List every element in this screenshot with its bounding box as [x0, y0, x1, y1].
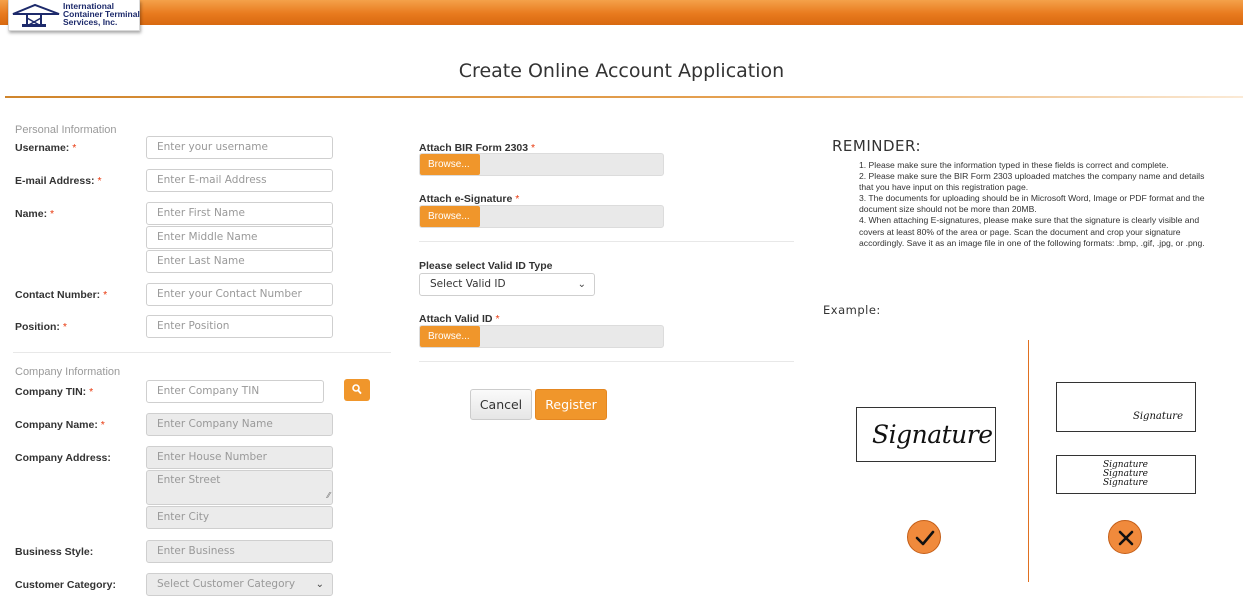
email-input[interactable]: Enter E-mail Address: [146, 169, 333, 192]
tin-search-button[interactable]: [344, 379, 370, 401]
company-tin-label: Company TIN: *: [15, 386, 93, 398]
signature-text: Signature: [1133, 411, 1184, 422]
register-button[interactable]: Register: [535, 389, 607, 420]
required-mark: *: [515, 193, 520, 205]
company-name-label-text: Company Name:: [15, 419, 98, 431]
section-divider: [13, 352, 391, 353]
valid-id-label: Attach Valid ID *: [419, 313, 500, 325]
header-bar: [0, 0, 1243, 25]
last-name-input[interactable]: Enter Last Name: [146, 250, 333, 273]
bad-signature-example-small: Signature: [1056, 382, 1196, 432]
title-divider: [5, 96, 1243, 98]
first-name-input[interactable]: Enter First Name: [146, 202, 333, 225]
city-input[interactable]: Enter City: [146, 506, 333, 529]
position-input[interactable]: Enter Position: [146, 315, 333, 338]
company-section-title: Company Information: [15, 366, 121, 378]
search-icon: [352, 384, 362, 395]
position-label: Position: *: [15, 321, 67, 333]
good-signature-example: Signature: [856, 407, 996, 462]
contact-number-input[interactable]: Enter your Contact Number: [146, 283, 333, 306]
username-label: Username: *: [15, 142, 76, 154]
example-label: Example:: [823, 303, 881, 317]
company-tin-input[interactable]: Enter Company TIN: [146, 380, 324, 403]
required-mark: *: [100, 419, 105, 431]
reminder-item: 1. Please make sure the information type…: [859, 160, 1169, 170]
bir-form-file-input[interactable]: Browse...: [419, 153, 664, 176]
personal-section-title: Personal Information: [15, 124, 117, 136]
esignature-file-input[interactable]: Browse...: [419, 205, 664, 228]
business-style-input[interactable]: Enter Business: [146, 540, 333, 563]
customer-category-label: Customer Category:: [15, 579, 116, 591]
business-style-label: Business Style:: [15, 546, 94, 558]
valid-id-label-text: Attach Valid ID: [419, 313, 493, 325]
required-mark: *: [103, 289, 108, 301]
house-number-input[interactable]: Enter House Number: [146, 446, 333, 469]
valid-id-browse-button[interactable]: Browse...: [420, 326, 480, 347]
signature-text: Signature: [872, 420, 993, 449]
middle-name-input[interactable]: Enter Middle Name: [146, 226, 333, 249]
company-tin-label-text: Company TIN:: [15, 386, 87, 398]
name-label-text: Name:: [15, 208, 48, 220]
example-divider: [1028, 340, 1029, 582]
company-name-label: Company Name: *: [15, 419, 105, 431]
chevron-down-icon: ⌄: [315, 579, 324, 590]
signature-text: Signature: [1103, 478, 1149, 488]
page-title: Create Online Account Application: [458, 60, 785, 82]
name-label: Name: *: [15, 208, 54, 220]
company-name-input[interactable]: Enter Company Name: [146, 413, 333, 436]
required-mark: *: [72, 142, 77, 154]
valid-id-file-input[interactable]: Browse...: [419, 325, 664, 348]
bad-signature-example-repeated: Signature Signature Signature: [1056, 455, 1196, 494]
reminder-list: 1. Please make sure the information type…: [845, 160, 1217, 249]
position-label-text: Position:: [15, 321, 60, 333]
reminder-item: 2. Please make sure the BIR Form 2303 up…: [859, 171, 1205, 193]
reminder-title: REMINDER:: [832, 137, 922, 155]
attachment-divider: [419, 361, 794, 362]
company-address-label: Company Address:: [15, 452, 111, 464]
contact-label: Contact Number: *: [15, 289, 107, 301]
logo-line-3: Services, Inc.: [63, 17, 118, 27]
email-label-text: E-mail Address:: [15, 175, 95, 187]
reminder-item: 3. The documents for uploading should be…: [859, 193, 1205, 215]
username-input[interactable]: Enter your username: [146, 136, 333, 159]
email-label: E-mail Address: *: [15, 175, 102, 187]
logo-text: International Container Terminal Service…: [63, 2, 140, 27]
bir-browse-button[interactable]: Browse...: [420, 154, 480, 175]
required-mark: *: [97, 175, 102, 187]
esignature-label: Attach e-Signature *: [419, 193, 519, 205]
customer-category-value: Select Customer Category: [157, 578, 296, 590]
check-icon: [907, 520, 941, 554]
cancel-button[interactable]: Cancel: [470, 389, 532, 420]
valid-id-type-value: Select Valid ID: [430, 278, 506, 290]
required-mark: *: [495, 313, 500, 325]
reminder-item: 4. When attaching E-signatures, please m…: [859, 215, 1205, 248]
contact-label-text: Contact Number:: [15, 289, 101, 301]
crane-logo-icon: [12, 3, 60, 27]
x-icon: [1108, 520, 1142, 554]
resize-handle-icon[interactable]: ⁄⁄: [327, 489, 330, 503]
esignature-label-text: Attach e-Signature: [419, 193, 513, 205]
customer-category-select[interactable]: Select Customer Category ⌄: [146, 573, 333, 596]
esignature-browse-button[interactable]: Browse...: [420, 206, 480, 227]
required-mark: *: [89, 386, 94, 398]
username-label-text: Username:: [15, 142, 70, 154]
company-logo[interactable]: International Container Terminal Service…: [8, 0, 140, 31]
required-mark: *: [62, 321, 67, 333]
attachment-divider: [419, 241, 794, 242]
street-placeholder: Enter Street: [157, 474, 221, 486]
valid-id-type-label: Please select Valid ID Type: [419, 260, 553, 272]
chevron-down-icon: ⌄: [577, 279, 586, 290]
valid-id-type-select[interactable]: Select Valid ID ⌄: [419, 273, 595, 296]
required-mark: *: [50, 208, 55, 220]
street-textarea[interactable]: Enter Street ⁄⁄: [146, 470, 333, 505]
